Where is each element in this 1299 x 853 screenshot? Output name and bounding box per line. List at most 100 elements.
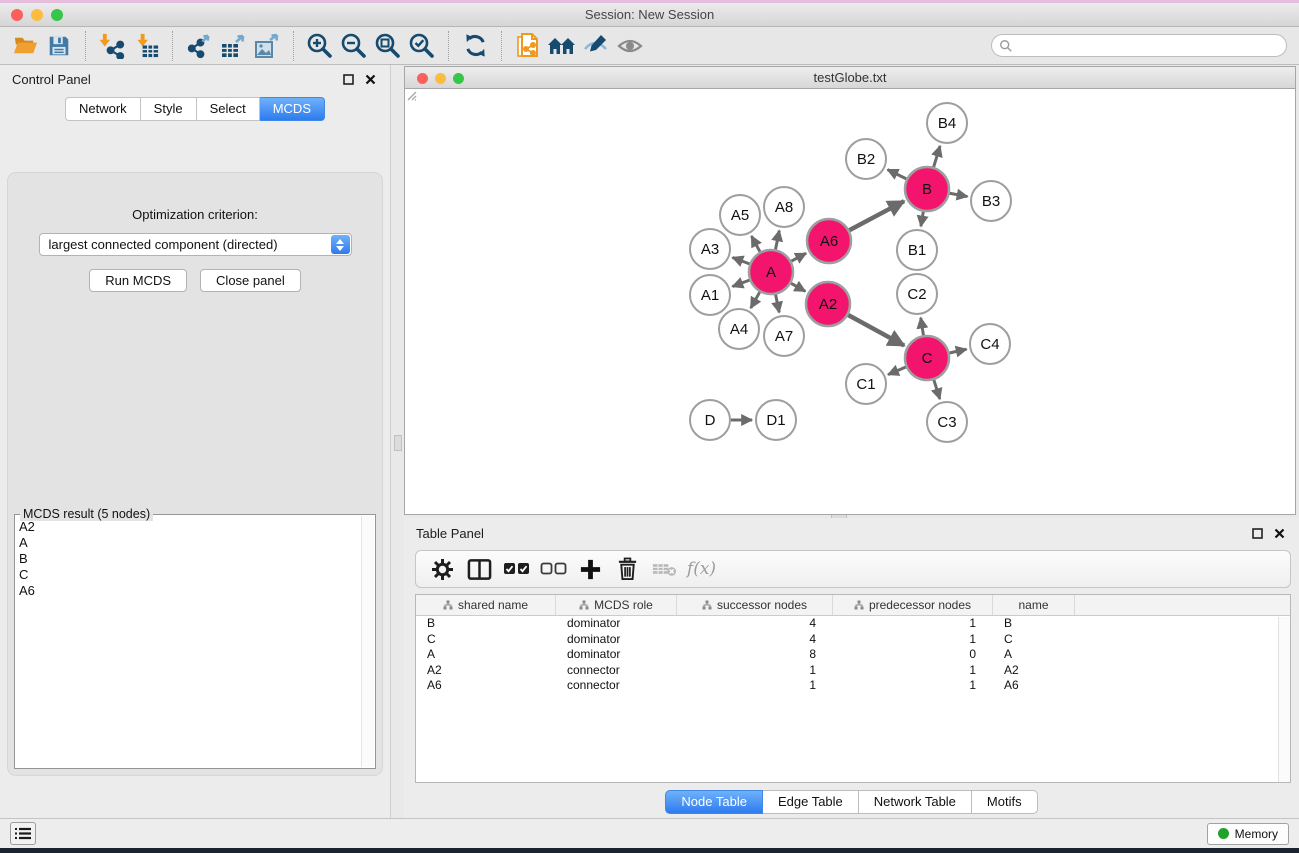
node-D[interactable]: D — [690, 400, 730, 440]
node-B2[interactable]: B2 — [846, 139, 886, 179]
edge-A-A6[interactable] — [791, 253, 806, 261]
minimize-window-button[interactable] — [31, 9, 43, 21]
open-session-button[interactable] — [8, 30, 42, 62]
refresh-button[interactable] — [458, 30, 492, 62]
node-A4[interactable]: A4 — [719, 309, 759, 349]
table-row[interactable]: A2connector11A2 — [416, 663, 1290, 679]
tab-edge-table[interactable]: Edge Table — [763, 790, 859, 814]
column-header-shared-name[interactable]: shared name — [416, 595, 556, 615]
import-network-button[interactable] — [95, 30, 129, 62]
node-A7[interactable]: A7 — [764, 316, 804, 356]
split-divider-grip[interactable] — [394, 435, 402, 451]
task-history-button[interactable] — [10, 822, 36, 845]
column-header-successor-nodes[interactable]: successor nodes — [677, 595, 833, 615]
table-row[interactable]: Bdominator41B — [416, 616, 1290, 632]
optimization-criterion-dropdown[interactable]: largest connected component (directed) — [39, 233, 352, 256]
edge-A-A5[interactable] — [751, 236, 760, 252]
node-A2[interactable]: A2 — [806, 282, 850, 326]
network-canvas[interactable]: B4B2BB3A8A5A6A3B1AC2A1A2A4A7C4CC1C3DD1 — [404, 88, 1296, 515]
node-A1[interactable]: A1 — [690, 275, 730, 315]
tab-network-table[interactable]: Network Table — [859, 790, 972, 814]
result-item[interactable]: A6 — [19, 583, 359, 599]
result-scrollbar[interactable] — [361, 516, 374, 767]
export-table-button[interactable] — [216, 30, 250, 62]
result-item[interactable]: A — [19, 535, 359, 551]
export-network-button[interactable] — [182, 30, 216, 62]
node-B[interactable]: B — [905, 167, 949, 211]
select-all-button[interactable] — [498, 552, 535, 586]
float-panel-button[interactable] — [340, 72, 356, 88]
edge-B-B1[interactable] — [921, 212, 923, 227]
function-builder-button[interactable]: f(x) — [683, 552, 720, 586]
column-header-predecessor-nodes[interactable]: predecessor nodes — [833, 595, 993, 615]
close-panel-button[interactable] — [362, 72, 378, 88]
show-graphics-details-button[interactable] — [579, 30, 613, 62]
node-A5[interactable]: A5 — [720, 195, 760, 235]
create-column-button[interactable] — [572, 552, 609, 586]
tab-select[interactable]: Select — [197, 97, 260, 121]
minimize-view-button[interactable] — [435, 73, 446, 84]
node-C2[interactable]: C2 — [897, 274, 937, 314]
search-field[interactable] — [991, 34, 1287, 57]
edge-C-C1[interactable] — [888, 367, 906, 375]
tab-motifs[interactable]: Motifs — [972, 790, 1038, 814]
node-D1[interactable]: D1 — [756, 400, 796, 440]
node-C4[interactable]: C4 — [970, 324, 1010, 364]
close-window-button[interactable] — [11, 9, 23, 21]
result-item[interactable]: A2 — [19, 519, 359, 535]
table-scrollbar[interactable] — [1278, 617, 1290, 782]
show-columns-button[interactable] — [461, 552, 498, 586]
column-header-mcds-role[interactable]: MCDS role — [556, 595, 677, 615]
tab-node-table[interactable]: Node Table — [665, 790, 763, 814]
memory-button[interactable]: Memory — [1207, 823, 1289, 845]
edge-B-B2[interactable] — [888, 170, 907, 179]
save-session-button[interactable] — [42, 30, 76, 62]
zoom-in-button[interactable] — [303, 30, 337, 62]
table-options-button[interactable] — [424, 552, 461, 586]
edge-A6-B[interactable] — [849, 201, 904, 230]
table-row[interactable]: A6connector11A6 — [416, 678, 1290, 694]
network-graph[interactable]: B4B2BB3A8A5A6A3B1AC2A1A2A4A7C4CC1C3DD1 — [405, 89, 1295, 514]
tab-network[interactable]: Network — [65, 97, 141, 121]
table-row[interactable]: Cdominator41C — [416, 632, 1290, 648]
column-header-name[interactable]: name — [993, 595, 1075, 615]
delete-table-button[interactable] — [646, 552, 683, 586]
result-item[interactable]: C — [19, 567, 359, 583]
close-table-panel-button[interactable] — [1271, 525, 1287, 541]
table-row[interactable]: Adominator80A — [416, 647, 1290, 663]
node-C1[interactable]: C1 — [846, 364, 886, 404]
float-table-panel-button[interactable] — [1249, 525, 1265, 541]
edge-A2-C[interactable] — [848, 315, 904, 346]
maximize-window-button[interactable] — [51, 9, 63, 21]
delete-column-button[interactable] — [609, 552, 646, 586]
node-A3[interactable]: A3 — [690, 229, 730, 269]
tab-mcds[interactable]: MCDS — [260, 97, 325, 121]
edge-C-C2[interactable] — [921, 318, 924, 336]
edge-A-A8[interactable] — [776, 231, 780, 250]
tab-style[interactable]: Style — [141, 97, 197, 121]
network-view-titlebar[interactable]: testGlobe.txt — [404, 66, 1296, 88]
new-network-from-file-button[interactable] — [511, 30, 545, 62]
edge-A-A2[interactable] — [791, 283, 805, 291]
export-image-button[interactable] — [250, 30, 284, 62]
zoom-fit-button[interactable] — [371, 30, 405, 62]
edge-C-C4[interactable] — [949, 349, 966, 353]
bird-eye-view-button[interactable] — [613, 30, 647, 62]
search-input[interactable] — [1017, 37, 1286, 55]
import-table-button[interactable] — [129, 30, 163, 62]
edge-A-A4[interactable] — [751, 292, 760, 308]
node-A6[interactable]: A6 — [807, 219, 851, 263]
edge-C-C3[interactable] — [934, 380, 940, 399]
close-view-button[interactable] — [417, 73, 428, 84]
result-item[interactable]: B — [19, 551, 359, 567]
node-C3[interactable]: C3 — [927, 402, 967, 442]
resize-grip-icon[interactable] — [405, 89, 417, 101]
zoom-selected-button[interactable] — [405, 30, 439, 62]
mcds-result-list[interactable]: A2ABCA6 — [19, 519, 359, 766]
maximize-view-button[interactable] — [453, 73, 464, 84]
node-table[interactable]: shared nameMCDS rolesuccessor nodesprede… — [415, 594, 1291, 783]
edge-A-A7[interactable] — [776, 295, 780, 313]
node-A8[interactable]: A8 — [764, 187, 804, 227]
edge-B-B4[interactable] — [934, 146, 940, 167]
close-panel-button-2[interactable]: Close panel — [200, 269, 301, 292]
